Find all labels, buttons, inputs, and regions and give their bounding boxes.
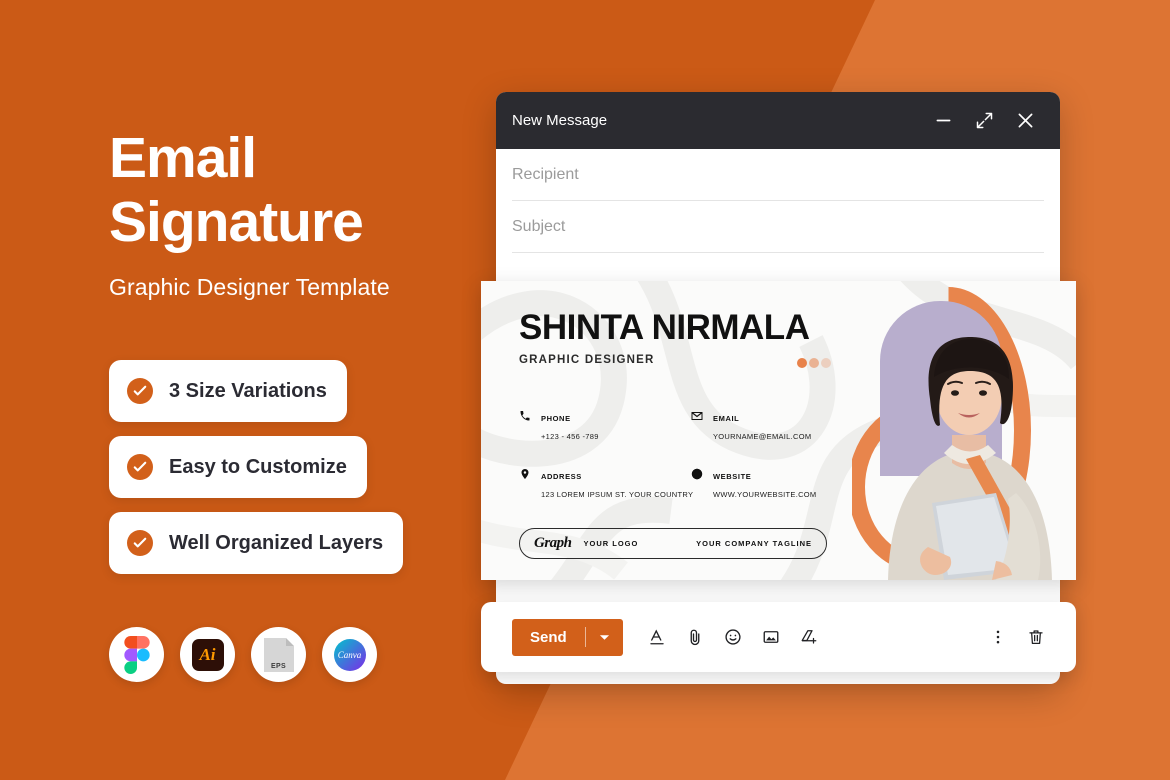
promo-subtitle: Graphic Designer Template <box>109 274 390 300</box>
feature-item: Well Organized Layers <box>109 512 404 574</box>
more-options-icon[interactable] <box>989 628 1007 646</box>
website-icon <box>691 467 705 485</box>
attach-icon[interactable] <box>686 628 704 646</box>
close-button[interactable] <box>1015 110 1036 131</box>
canva-icon: Canva <box>322 627 377 682</box>
contact-value: WWW.YOURWEBSITE.COM <box>713 490 817 499</box>
headline-line-1: Email <box>109 126 257 190</box>
headline-line-2: Signature <box>109 190 364 254</box>
promo-canvas: Email Signature Graphic Designer Templat… <box>0 0 1170 780</box>
promo-heading-block: Email Signature Graphic Designer Templat… <box>109 126 529 301</box>
illustrator-label: Ai <box>191 638 224 671</box>
accent-dot <box>821 358 831 368</box>
contact-value: YOURNAME@EMAIL.COM <box>713 432 812 441</box>
send-button[interactable]: Send <box>512 618 623 656</box>
contact-email: EMAIL YOURNAME@EMAIL.COM <box>691 408 849 441</box>
feature-label: 3 Size Variations <box>169 379 327 402</box>
signature-name: SHINTA NIRMALA <box>519 308 810 347</box>
portrait-photo <box>852 281 1076 580</box>
formatting-icon[interactable] <box>648 628 666 646</box>
company-tagline: YOUR COMPANY TAGLINE <box>696 539 812 548</box>
compose-tool-icons <box>648 628 818 646</box>
subject-placeholder: Subject <box>512 217 566 235</box>
feature-item: 3 Size Variations <box>109 360 347 422</box>
contact-label: EMAIL <box>713 414 740 423</box>
drive-icon[interactable] <box>800 628 818 646</box>
person-illustration <box>888 337 1052 580</box>
contact-value: +123 - 456 -789 <box>541 432 599 441</box>
your-logo-text: YOUR LOGO <box>583 539 639 548</box>
expand-button[interactable] <box>974 110 995 131</box>
contact-value: 123 LOREM IPSUM ST. YOUR COUNTRY <box>541 490 694 499</box>
accent-dots <box>797 358 831 368</box>
discard-icon[interactable] <box>1027 628 1045 646</box>
app-format-icons: Ai EPS Canva <box>109 627 377 682</box>
eps-file-icon: EPS <box>251 627 306 682</box>
minimize-button[interactable] <box>933 110 954 131</box>
canva-label: Canva <box>333 638 366 671</box>
feature-list: 3 Size Variations Easy to Customize Well… <box>109 360 404 588</box>
compose-window-title: New Message <box>512 112 608 129</box>
check-circle-icon <box>127 530 153 556</box>
check-circle-icon <box>127 378 153 404</box>
accent-dot <box>809 358 819 368</box>
contact-website: WEBSITE WWW.YOURWEBSITE.COM <box>691 466 849 499</box>
contact-address: ADDRESS 123 LOREM IPSUM ST. YOUR COUNTRY <box>519 466 694 499</box>
signature-logo-bar: Graph YOUR LOGO YOUR COMPANY TAGLINE <box>519 528 827 559</box>
emoji-icon[interactable] <box>724 628 742 646</box>
feature-item: Easy to Customize <box>109 436 367 498</box>
compose-toolbar: Send <box>481 602 1076 672</box>
recipient-placeholder: Recipient <box>512 165 579 183</box>
subject-field[interactable]: Subject <box>512 201 1044 253</box>
feature-label: Well Organized Layers <box>169 531 384 554</box>
signature-contacts: PHONE +123 - 456 -789 EMAIL YOURNAME@EMA… <box>519 408 849 499</box>
figma-icon <box>109 627 164 682</box>
insert-photo-icon[interactable] <box>762 628 780 646</box>
compose-title-bar: New Message <box>496 92 1060 149</box>
recipient-field[interactable]: Recipient <box>512 149 1044 201</box>
email-icon <box>691 409 705 427</box>
send-label: Send <box>530 628 567 646</box>
eps-label: EPS <box>271 662 286 670</box>
contact-phone: PHONE +123 - 456 -789 <box>519 408 691 441</box>
illustrator-icon: Ai <box>180 627 235 682</box>
contact-label: PHONE <box>541 414 571 423</box>
check-circle-icon <box>127 454 153 480</box>
accent-dot <box>797 358 807 368</box>
message-body[interactable] <box>496 253 1060 254</box>
feature-label: Easy to Customize <box>169 455 347 478</box>
phone-icon <box>519 409 533 427</box>
contact-label: ADDRESS <box>541 472 582 481</box>
chevron-down-icon[interactable] <box>586 632 623 643</box>
address-icon <box>519 467 533 485</box>
contact-label: WEBSITE <box>713 472 752 481</box>
brand-logo: Graph <box>534 535 572 551</box>
compose-right-tools <box>989 628 1045 646</box>
